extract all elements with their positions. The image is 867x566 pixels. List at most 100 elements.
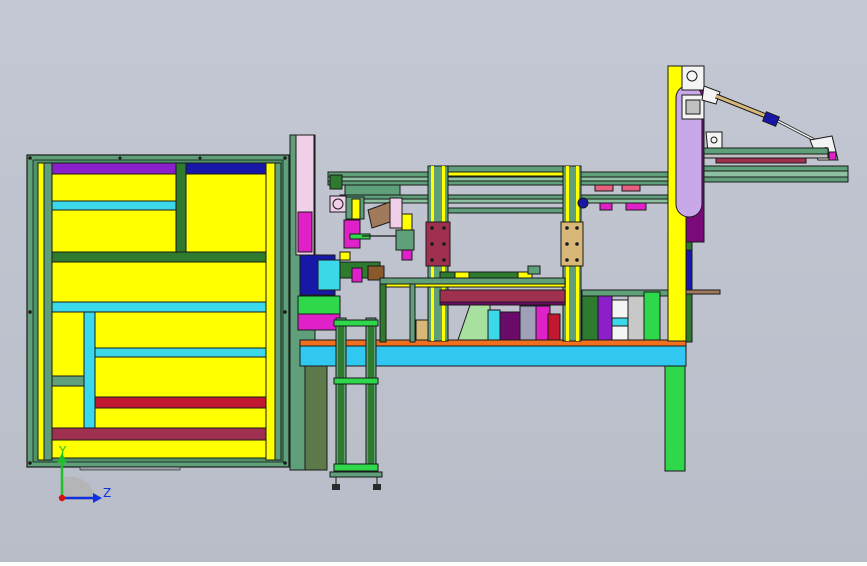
- part-holder: [487, 309, 501, 341]
- cad-viewport[interactable]: Y Z: [0, 0, 867, 562]
- picker-gripper: [389, 197, 403, 229]
- side-fixture-band: [611, 317, 629, 327]
- extension-rail: [703, 176, 849, 183]
- cabinet-cross-bar: [51, 375, 85, 387]
- cabinet-panel: [94, 356, 267, 398]
- sensor-icon: [577, 197, 589, 209]
- bolt-icon: [575, 226, 579, 230]
- cabinet-divider: [83, 311, 96, 429]
- leveling-foot-icon: [332, 484, 340, 490]
- side-fixture: [581, 295, 601, 341]
- extension-arm-plate: [715, 157, 807, 164]
- table-leg: [664, 365, 686, 472]
- part-holder: [499, 311, 521, 341]
- bolt-icon: [430, 242, 434, 246]
- cabinet-base-plate: [79, 466, 181, 471]
- feeder-clamp: [351, 267, 363, 283]
- cabinet-panel: [51, 311, 85, 377]
- cabinet-top-bar: [51, 162, 177, 175]
- column-bracket: [297, 211, 313, 253]
- bolt-icon: [442, 226, 446, 230]
- suction-cup-icon: [401, 249, 413, 261]
- picker-gripper-body: [395, 229, 415, 251]
- picker-gripper-jaw: [401, 213, 413, 233]
- stand-rung: [333, 319, 379, 327]
- conveyor-rail: [379, 277, 566, 285]
- screw-icon: [283, 461, 287, 465]
- screw-icon: [28, 461, 32, 465]
- bolt-icon: [565, 242, 569, 246]
- extension-rail: [703, 170, 849, 178]
- left-cabinet[interactable]: [26, 154, 290, 471]
- screw-icon: [283, 156, 287, 160]
- cabinet-top-bar: [185, 162, 267, 175]
- proximity-sensor-icon: [339, 251, 351, 261]
- cabinet-cross-bar: [51, 301, 267, 313]
- gantry-beam: [429, 207, 579, 214]
- leveling-foot-icon: [373, 484, 381, 490]
- screw-icon: [28, 156, 32, 160]
- bolt-icon: [442, 242, 446, 246]
- cabinet-cross-bar: [94, 396, 267, 409]
- screw-icon: [118, 156, 122, 160]
- cabinet-panel: [51, 209, 177, 253]
- post-mount-plate: [560, 221, 584, 267]
- extension-arm: [703, 147, 829, 155]
- table-top-rail: [299, 339, 687, 347]
- machine-assembly-drawing: Y Z: [0, 0, 867, 562]
- side-fixture: [643, 291, 661, 341]
- stand-post-inner: [338, 320, 344, 470]
- conveyor-rail-strip: [379, 283, 566, 288]
- table-top: [299, 345, 687, 367]
- cabinet-right-rail: [274, 162, 282, 461]
- cabinet-cross-bar: [51, 427, 267, 441]
- gantry-rail: [327, 176, 674, 182]
- tower-sensor-bar: [685, 249, 693, 291]
- screw-icon: [198, 156, 202, 160]
- tower-carriage-block: [685, 99, 701, 115]
- bolt-icon: [430, 226, 434, 230]
- side-fixture: [597, 295, 613, 341]
- belt-clip: [454, 271, 470, 279]
- stand-post-inner: [368, 320, 374, 470]
- stand-foot-plate: [329, 471, 383, 478]
- picker-motor: [329, 174, 343, 190]
- gearbox: [297, 295, 341, 315]
- screw-icon: [28, 310, 32, 314]
- support-rod: [379, 283, 387, 343]
- fitting-block: [621, 184, 641, 192]
- bolt-icon: [565, 226, 569, 230]
- cabinet-panel: [94, 311, 267, 349]
- screw-icon: [283, 310, 287, 314]
- motor-cap: [317, 259, 341, 291]
- tower-stop-arm: [685, 289, 721, 295]
- stand-rung: [333, 463, 379, 472]
- belt-sensor-icon: [527, 265, 541, 275]
- stand-rung: [333, 377, 379, 385]
- fitting-block: [599, 202, 613, 211]
- y-axis-label: Y: [58, 444, 67, 458]
- gantry-beam-strip: [429, 171, 579, 177]
- post-mount-plate: [425, 221, 451, 267]
- bolt-icon: [575, 242, 579, 246]
- cabinet-panel: [51, 439, 267, 459]
- cabinet-right-rail: [265, 162, 276, 461]
- tower-head: [681, 65, 705, 91]
- cabinet-panel: [51, 385, 85, 429]
- support-rod: [409, 283, 416, 343]
- linkage-stop: [828, 151, 837, 161]
- support-block: [415, 319, 429, 341]
- cabinet-cross-bar: [51, 200, 177, 211]
- picker-slide: [344, 184, 401, 196]
- conveyor-upper-rail: [439, 271, 531, 279]
- cabinet-divider: [175, 162, 187, 253]
- fitting-block: [594, 184, 614, 192]
- cabinet-cross-bar: [94, 347, 267, 358]
- cabinet-panel: [51, 261, 267, 303]
- bolt-icon: [442, 258, 446, 262]
- bolt-icon: [565, 258, 569, 262]
- fitting-block: [625, 202, 647, 211]
- cabinet-panel: [185, 173, 267, 253]
- cabinet-left-rail: [43, 162, 53, 461]
- picker-cylinder: [351, 198, 361, 220]
